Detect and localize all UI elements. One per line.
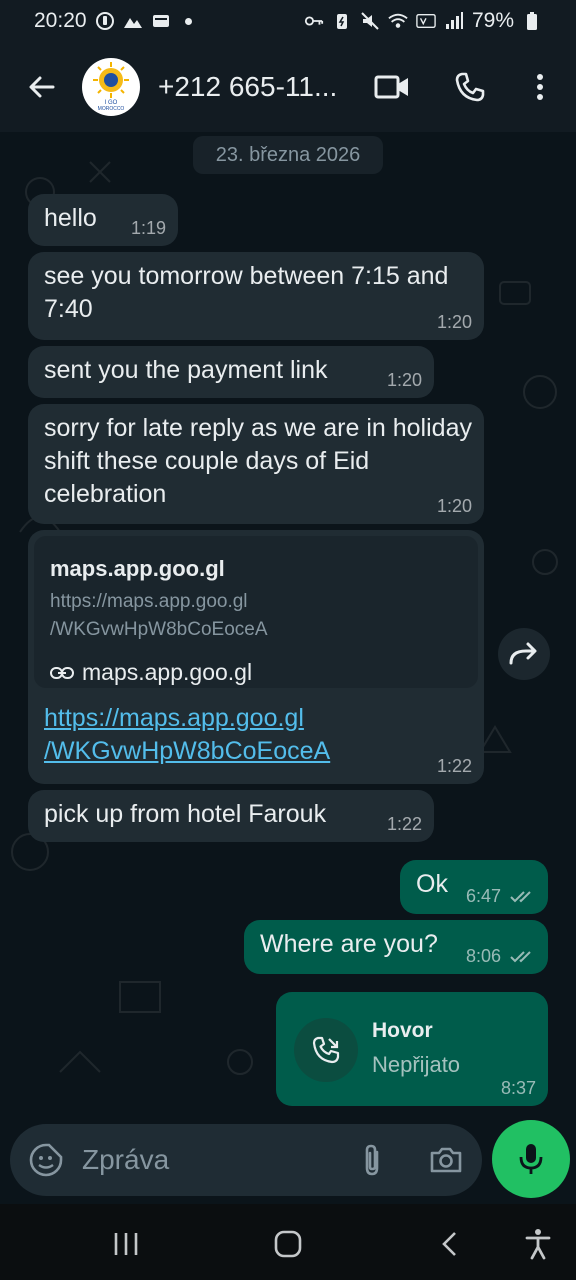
missed-call-icon	[312, 1036, 340, 1064]
video-camera-icon	[374, 75, 408, 99]
voice-call-button[interactable]	[440, 57, 500, 117]
message-time: 1:20	[386, 370, 422, 390]
link-preview-domain-text: maps.app.goo.gl	[82, 659, 253, 685]
system-back-button[interactable]	[428, 1222, 472, 1266]
forward-button[interactable]	[498, 628, 550, 680]
call-icon-circle	[294, 1018, 358, 1082]
battery-icon	[522, 11, 542, 31]
system-navigation-bar	[0, 1204, 576, 1280]
contact-name[interactable]: +212 665-11...	[158, 71, 358, 103]
chat-area[interactable]: 23. března 2026 hello 1:19 see you tomor…	[0, 132, 576, 1120]
call-status: Nepřijato	[372, 1052, 461, 1077]
camera-icon	[430, 1147, 462, 1173]
svg-text:MOROCCO: MOROCCO	[98, 106, 125, 112]
message-text: Ok	[416, 870, 448, 898]
message-input[interactable]	[82, 1138, 342, 1182]
status-time: 20:20	[34, 9, 87, 32]
home-icon	[274, 1230, 302, 1258]
message-text: Where are you?	[260, 930, 438, 958]
incoming-link-message[interactable]: maps.app.goo.gl https://maps.app.goo.gl …	[28, 530, 484, 784]
message-time: 1:22	[436, 756, 472, 776]
incoming-message[interactable]: sorry for late reply as we are in holida…	[28, 404, 484, 524]
chat-header: I GO MOROCCO +212 665-11...	[0, 42, 576, 132]
camera-button[interactable]	[424, 1138, 468, 1182]
outgoing-message[interactable]: Ok 6:47	[400, 860, 548, 914]
mute-icon	[360, 11, 380, 31]
double-check-icon	[510, 891, 531, 903]
message-time: 1:22	[386, 814, 422, 834]
paperclip-icon	[365, 1144, 379, 1176]
message-text: sorry for late reply as we are in holida…	[44, 414, 472, 508]
sticker-button[interactable]	[24, 1138, 68, 1182]
message-time: 1:20	[436, 496, 472, 516]
link-preview-card[interactable]: maps.app.goo.gl https://maps.app.goo.gl …	[34, 536, 478, 688]
message-time: 1:20	[436, 312, 472, 332]
avatar[interactable]: I GO MOROCCO	[82, 58, 140, 116]
message-time-text: 8:06	[465, 946, 501, 966]
link-icon	[50, 666, 74, 679]
link-preview-description: https://maps.app.goo.gl /WKGvwHpW8bCoEoc…	[50, 588, 268, 644]
home-button[interactable]	[266, 1222, 310, 1266]
phone-icon	[455, 72, 485, 102]
microphone-icon	[519, 1144, 543, 1174]
message-link[interactable]: https://maps.app.goo.gl /WKGvwHpW8bCoEoc…	[44, 702, 330, 768]
outgoing-message[interactable]: Where are you? 8:06	[244, 920, 548, 974]
battery-saver-icon	[332, 11, 352, 31]
attach-button[interactable]	[350, 1138, 394, 1182]
incoming-message[interactable]: pick up from hotel Farouk 1:22	[28, 790, 434, 842]
link-url-line[interactable]: /WKGvwHpW8bCoEoceA	[44, 735, 330, 768]
link-preview-domain: maps.app.goo.gl	[50, 656, 252, 689]
video-call-button[interactable]	[362, 57, 422, 117]
message-text: see you tomorrow between 7:15 and 7:40	[44, 262, 449, 323]
link-preview-title: maps.app.goo.gl	[50, 556, 225, 581]
message-time-text: 6:47	[465, 886, 501, 906]
missed-call-message[interactable]: Hovor Nepřijato 8:37	[276, 992, 548, 1106]
mail-icon	[151, 11, 171, 31]
incoming-message[interactable]: hello 1:19	[28, 194, 178, 246]
message-time: 6:47	[466, 886, 536, 906]
chevron-left-icon	[442, 1232, 456, 1256]
sticker-icon	[29, 1143, 63, 1177]
signal-icon	[444, 11, 464, 31]
incoming-message[interactable]: see you tomorrow between 7:15 and 7:40 1…	[28, 252, 484, 340]
call-title: Hovor	[372, 1019, 433, 1042]
forward-arrow-icon	[509, 642, 537, 665]
message-time: 1:19	[130, 218, 166, 238]
notification-icon	[95, 11, 115, 31]
message-text: hello	[44, 204, 97, 232]
more-options-button[interactable]	[510, 57, 570, 117]
battery-percent: 79%	[471, 9, 514, 32]
link-preview-desc-line: /WKGvwHpW8bCoEoceA	[50, 619, 268, 640]
more-vertical-icon	[537, 74, 543, 100]
accessibility-icon	[525, 1229, 551, 1260]
arrow-left-icon	[29, 76, 55, 98]
message-time: 8:37	[500, 1078, 536, 1098]
status-bar: 20:20 79%	[0, 0, 576, 42]
key-icon	[304, 11, 324, 31]
date-separator: 23. března 2026	[193, 136, 383, 174]
recent-apps-button[interactable]	[104, 1222, 148, 1266]
wifi-icon	[388, 11, 408, 31]
company-logo: I GO MOROCCO	[93, 62, 129, 112]
double-check-icon	[510, 951, 531, 963]
message-composer	[10, 1124, 482, 1196]
link-url-line[interactable]: https://maps.app.goo.gl	[44, 702, 330, 735]
back-button[interactable]	[10, 55, 74, 119]
accessibility-button[interactable]	[516, 1222, 560, 1266]
recent-apps-icon	[114, 1233, 138, 1255]
incoming-message[interactable]: sent you the payment link 1:20	[28, 346, 434, 398]
volte-icon	[416, 11, 436, 31]
voice-message-button[interactable]	[492, 1120, 570, 1198]
message-text: sent you the payment link	[44, 356, 328, 384]
mountain-icon	[123, 11, 143, 31]
message-text: pick up from hotel Farouk	[44, 800, 327, 828]
more-notifications-dot	[184, 17, 192, 25]
link-preview-desc-line: https://maps.app.goo.gl	[50, 591, 248, 612]
message-time: 8:06	[466, 946, 536, 966]
